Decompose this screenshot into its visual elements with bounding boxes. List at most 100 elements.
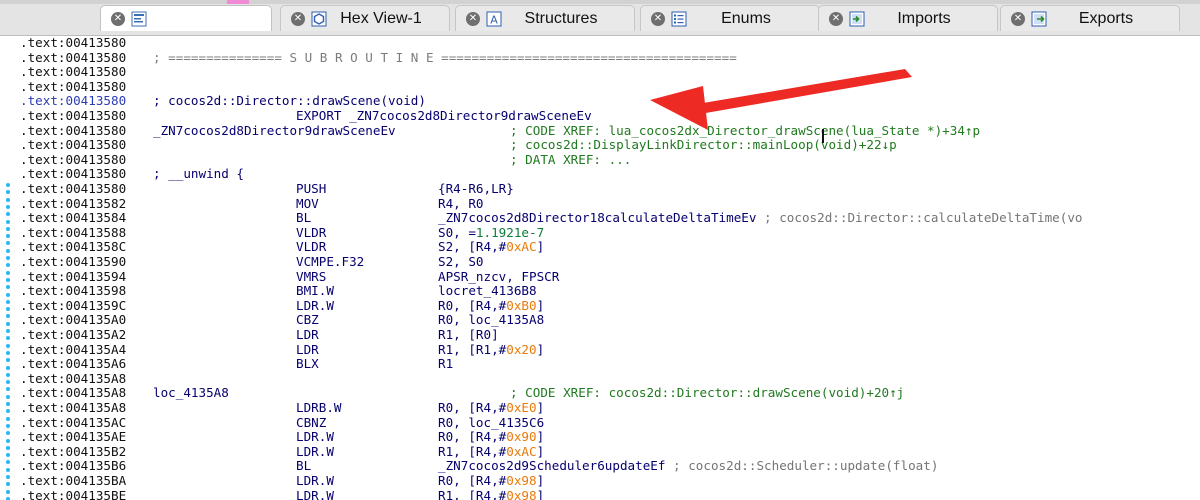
xref-comment: ; CODE XREF: lua_cocos2dx_Director_drawS… bbox=[510, 122, 981, 138]
tab-structures[interactable]: ✕ A Structures bbox=[455, 5, 635, 31]
tab-disassembly[interactable]: ✕ bbox=[100, 5, 272, 31]
listing-line[interactable]: .text:00413580 ; DATA XREF: ... bbox=[20, 151, 1200, 168]
disassembly-view-icon bbox=[131, 11, 147, 27]
listing-line[interactable]: .text:004135A8 LDRB.W R0, [R4,#0xE0] bbox=[20, 400, 1200, 416]
instruction-mnemonic: VMRS bbox=[296, 268, 327, 284]
operand-text: locret_4136B8 bbox=[438, 283, 537, 299]
flow-marker bbox=[6, 212, 10, 217]
line-address: .text:00413580 bbox=[20, 36, 127, 50]
listing-line[interactable]: .text:004135BA LDR.W R0, [R4,#0x98] bbox=[20, 473, 1200, 489]
line-address: .text:004135BE bbox=[20, 487, 127, 500]
listing-line[interactable]: .text:00413580 bbox=[20, 36, 1200, 51]
window-top-strip bbox=[0, 0, 1200, 4]
flow-marker bbox=[6, 372, 10, 377]
listing-line[interactable]: .text:00413584 BL _ZN7cocos2d8Director18ca… bbox=[20, 210, 1200, 226]
listing-line[interactable]: .text:00413580 ; =============== S U B R … bbox=[20, 50, 1200, 66]
operand-hex-value: 0xE0 bbox=[506, 400, 537, 415]
listing-line[interactable]: .text:004135AE LDR.W R0, [R4,#0x90] bbox=[20, 429, 1200, 445]
listing-line[interactable]: .text:004135A4 LDR R1, [R1,#0x20] bbox=[20, 341, 1200, 358]
listing-line[interactable]: .text:00413580 ; cocos2d::Director::drawS… bbox=[20, 94, 1200, 109]
close-icon[interactable]: ✕ bbox=[111, 11, 125, 26]
close-icon[interactable]: ✕ bbox=[466, 11, 480, 26]
close-icon[interactable]: ✕ bbox=[651, 11, 665, 26]
listing-line[interactable]: .text:00413580 ; cocos2d::DisplayLinkDire… bbox=[20, 138, 1200, 153]
flow-marker bbox=[6, 183, 10, 187]
operand-text: R0, [R4,# bbox=[438, 473, 507, 488]
instruction-mnemonic: LDR bbox=[296, 341, 319, 357]
instruction-mnemonic: MOV bbox=[296, 195, 319, 211]
flow-marker bbox=[6, 256, 10, 260]
listing-line[interactable]: .text:00413580 bbox=[20, 78, 1200, 95]
structures-icon: A bbox=[486, 11, 502, 27]
operand-text: ] bbox=[536, 297, 545, 313]
operand-hex-value: 0xB0 bbox=[506, 297, 537, 313]
listing-line[interactable]: .text:00413598 BMI.W locret_4136B8 bbox=[20, 283, 1200, 299]
instruction-operand: R0, loc_4135C6 bbox=[438, 415, 544, 431]
flow-marker bbox=[6, 438, 10, 443]
listing-line[interactable]: .text:004135A0 CBZ R0, loc_4135A8 bbox=[20, 313, 1200, 328]
operand-text: S2, S0 bbox=[438, 254, 484, 269]
listing-line[interactable]: .text:00413594 VMRS APSR_nzcv, FPSCR bbox=[20, 268, 1200, 285]
line-address: .text:00413580 bbox=[20, 78, 127, 94]
close-icon[interactable]: ✕ bbox=[829, 11, 843, 26]
flow-marker bbox=[6, 321, 10, 326]
listing-line[interactable]: .text:00413580 ; __unwind { bbox=[20, 167, 1200, 182]
listing-line[interactable]: .text:00413582 MOV R4, R0 bbox=[20, 195, 1200, 212]
flow-marker bbox=[6, 475, 10, 479]
close-icon[interactable]: ✕ bbox=[1011, 11, 1025, 26]
listing-line[interactable]: .text:0041358C VLDR S2, [R4,#0xAC] bbox=[20, 240, 1200, 255]
flow-marker bbox=[6, 460, 10, 465]
listing-line[interactable]: .text:00413588 VLDR S0, =1.1921e-7 bbox=[20, 224, 1200, 241]
inline-comment: ; cocos2d::Director::calculateDeltaTime(… bbox=[756, 210, 1083, 226]
listing-line[interactable]: .text:00413580 _ZN7cocos2d8Director9drawS… bbox=[20, 122, 1200, 139]
flow-marker bbox=[6, 482, 10, 487]
listing-line[interactable]: .text:004135AC CBNZ R0, loc_4135C6 bbox=[20, 414, 1200, 431]
listing-line[interactable]: .text:0041359C LDR.W R0, [R4,#0xB0] bbox=[20, 297, 1200, 314]
instruction-mnemonic: VLDR bbox=[296, 239, 327, 255]
instruction-operand: {R4-R6,LR} bbox=[438, 181, 514, 197]
instruction-mnemonic: LDR.W bbox=[296, 487, 334, 500]
listing-line[interactable]: .text:004135B2 LDR.W R1, [R4,#0xAC] bbox=[20, 444, 1200, 460]
flow-marker bbox=[6, 358, 10, 363]
instruction-operand: R0, loc_4135A8 bbox=[438, 313, 544, 328]
flow-marker bbox=[6, 263, 10, 268]
instruction-mnemonic: CBNZ bbox=[296, 414, 327, 430]
listing-line[interactable]: .text:004135A8 bbox=[20, 371, 1200, 387]
flow-marker bbox=[6, 409, 10, 414]
xref-comment: ; CODE XREF: cocos2d::Director::drawScen… bbox=[510, 385, 905, 401]
line-address: .text:00413580 bbox=[20, 151, 127, 167]
listing-gutter bbox=[0, 36, 18, 500]
instruction-operand: R4, R0 bbox=[438, 196, 484, 212]
flow-marker bbox=[6, 204, 10, 209]
tab-imports[interactable]: ✕ Imports bbox=[818, 5, 998, 31]
listing-line[interactable]: .text:004135B6 BL _ZN7cocos2d9Scheduler6up… bbox=[20, 459, 1200, 474]
enums-icon bbox=[671, 11, 687, 27]
disassembly-listing[interactable]: .text:00413580 .text:00413580; ==========… bbox=[0, 36, 1200, 500]
tab-hex-view-1[interactable]: ✕ Hex View-1 bbox=[280, 5, 450, 31]
operand-text: ] bbox=[536, 487, 545, 500]
listing-line[interactable]: .text:00413580 EXPORT _ZN7cocos2d8Directo… bbox=[20, 108, 1200, 124]
close-icon[interactable]: ✕ bbox=[291, 11, 305, 26]
flow-marker bbox=[6, 329, 10, 333]
line-address: .text:00413582 bbox=[20, 195, 127, 211]
tab-exports[interactable]: ✕ Exports bbox=[1000, 5, 1180, 31]
tab-enums[interactable]: ✕ Enums bbox=[640, 5, 820, 31]
flow-marker bbox=[6, 445, 10, 450]
operand-text: ] bbox=[536, 429, 545, 445]
instruction-operand: R0, [R4,#0xB0] bbox=[438, 297, 545, 314]
listing-line[interactable]: .text:00413580 PUSH {R4-R6,LR} bbox=[20, 181, 1200, 197]
imports-icon bbox=[849, 11, 865, 27]
listing-line[interactable]: .text:004135BE LDR.W R1, [R4,#0x98] bbox=[20, 487, 1200, 500]
instruction-operand: R0, [R4,#0x90] bbox=[438, 429, 545, 445]
line-address: .text:00413588 bbox=[20, 224, 127, 240]
listing-line[interactable]: .text:00413580 bbox=[20, 65, 1200, 80]
listing-line[interactable]: .text:00413590 VCMPE.F32 S2, S0 bbox=[20, 254, 1200, 270]
listing-line[interactable]: .text:004135A2 LDR R1, [R0] bbox=[20, 327, 1200, 343]
listing-line[interactable]: .text:004135A6 BLX R1 bbox=[20, 356, 1200, 372]
instruction-operand: _ZN7cocos2d9Scheduler6updateEf ; cocos2d… bbox=[438, 459, 938, 474]
listing-line[interactable]: .text:004135A8 loc_4135A8 ; CODE XREF: coc… bbox=[20, 386, 1200, 401]
tab-label: Imports bbox=[897, 9, 951, 27]
line-label: ; __unwind { bbox=[153, 166, 244, 182]
flow-marker bbox=[6, 197, 10, 202]
instruction-operand: APSR_nzcv, FPSCR bbox=[438, 269, 559, 285]
